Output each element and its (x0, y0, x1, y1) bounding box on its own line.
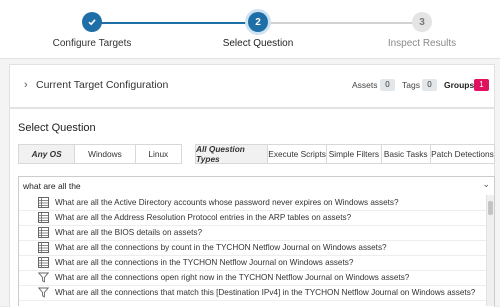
step-3-circle: 3 (412, 12, 432, 32)
question-search-input[interactable] (23, 179, 463, 192)
list-item[interactable]: What are all the connections in the TYCH… (19, 255, 486, 271)
table-icon (37, 212, 49, 224)
filter-icon (37, 287, 49, 299)
tab-execute-scripts[interactable]: Execute Scripts (268, 145, 328, 163)
app-frame: 2 3 Configure Targets Select Question In… (0, 0, 500, 307)
step-1-label[interactable]: Configure Targets (32, 38, 152, 49)
question-text: What are all the connections in the TYCH… (55, 258, 354, 267)
tab-basic-tasks[interactable]: Basic Tasks (382, 145, 431, 163)
step-2-number: 2 (255, 16, 261, 28)
list-item[interactable]: What are all the connections that match … (19, 285, 486, 301)
step-2-label: Select Question (222, 38, 294, 49)
question-text: What are all the connections that match … (55, 288, 476, 297)
groups-label: Groups (444, 80, 475, 90)
chevron-down-icon[interactable]: ⌄ (482, 179, 490, 190)
assets-label: Assets (352, 80, 378, 90)
question-text: What are all the Active Directory accoun… (55, 198, 399, 207)
table-icon (37, 257, 49, 269)
list-item[interactable]: What are all the Address Resolution Prot… (19, 210, 486, 226)
question-results-list[interactable]: What are all the Active Directory accoun… (18, 195, 495, 306)
list-item[interactable]: What are all the BIOS details on assets? (19, 225, 486, 241)
question-text: What are all the BIOS details on assets? (55, 228, 202, 237)
checkmark-icon (88, 19, 96, 26)
current-target-config-card[interactable]: › Current Target Configuration Assets 0 … (9, 64, 495, 108)
scrollbar-thumb[interactable] (488, 201, 493, 215)
assets-count-badge: 0 (380, 79, 395, 91)
tab-windows[interactable]: Windows (75, 145, 136, 163)
list-item[interactable]: What are all the connections by count in… (19, 240, 486, 256)
chevron-right-icon[interactable]: › (24, 79, 28, 91)
step-3-label: Inspect Results (387, 38, 457, 49)
filter-icon (37, 272, 49, 284)
wizard-stepper: 2 3 Configure Targets Select Question In… (0, 0, 500, 59)
groups-count-badge: 1 (474, 79, 489, 91)
table-icon (37, 242, 49, 254)
question-text: What are all the connections open right … (55, 273, 410, 282)
question-text: What are all the connections by count in… (55, 243, 387, 252)
step-2-circle: 2 (248, 12, 268, 32)
question-search-box[interactable]: ⌄ (18, 176, 495, 196)
list-item[interactable]: What are all the Active Directory accoun… (19, 195, 486, 211)
tab-any-os[interactable]: Any OS (19, 145, 76, 163)
tags-label: Tags (402, 80, 420, 90)
tab-all-question-types[interactable]: All Question Types (196, 144, 269, 164)
tab-simple-filters[interactable]: Simple Filters (327, 145, 382, 163)
tab-linux[interactable]: Linux (136, 145, 181, 163)
list-item[interactable]: What are all the connections open right … (19, 270, 486, 286)
stepper-line-pending (258, 22, 422, 24)
select-question-title: Select Question (18, 122, 96, 134)
table-icon (37, 197, 49, 209)
step-1-check-icon[interactable] (82, 12, 102, 32)
tab-patch-detections[interactable]: Patch Detections (431, 145, 494, 163)
question-type-tabs: All Question Types Execute Scripts Simpl… (195, 144, 495, 164)
question-text: What are all the Address Resolution Prot… (55, 213, 352, 222)
step-3-number: 3 (419, 16, 425, 28)
table-icon (37, 227, 49, 239)
target-config-title[interactable]: Current Target Configuration (36, 79, 168, 91)
results-scrollbar[interactable] (486, 195, 494, 306)
stepper-line-done (92, 22, 256, 24)
tags-count-badge: 0 (422, 79, 437, 91)
os-filter-tabs: Any OS Windows Linux (18, 144, 182, 164)
